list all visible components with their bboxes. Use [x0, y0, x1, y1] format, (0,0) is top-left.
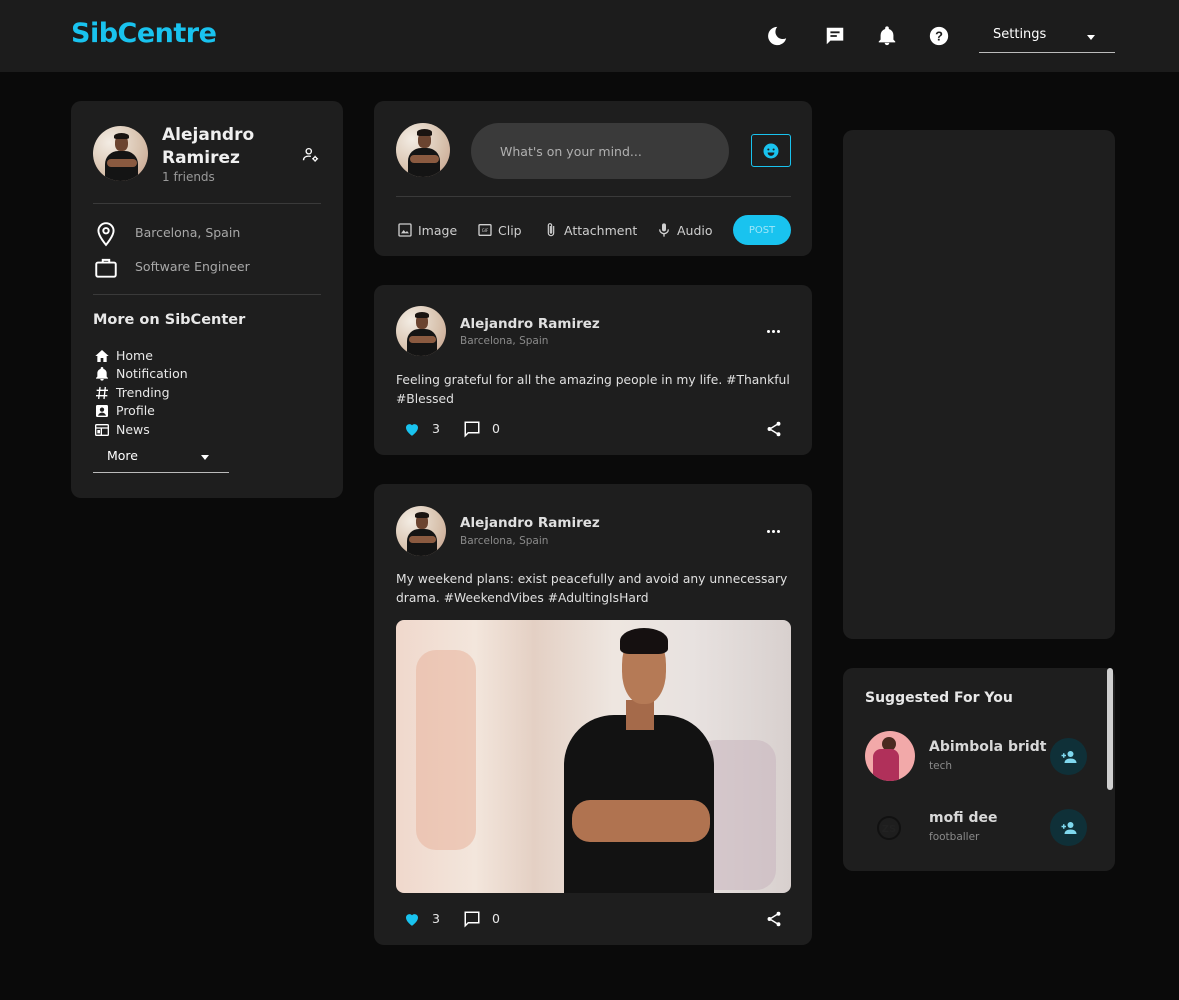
comment-icon: [464, 421, 480, 438]
settings-select[interactable]: Settings: [979, 22, 1115, 53]
nav-item-label: News: [116, 422, 150, 437]
post-input[interactable]: [471, 123, 729, 179]
home-icon: [94, 348, 110, 364]
gif-icon: GIF: [477, 222, 493, 238]
post-author[interactable]: Alejandro Ramirez: [460, 515, 600, 531]
scrollbar[interactable]: [1107, 668, 1113, 790]
like-count: 3: [432, 421, 440, 436]
suggested-user-subtitle: tech: [929, 760, 953, 772]
briefcase-icon: [93, 255, 119, 281]
divider: [93, 294, 321, 295]
post-location: Barcelona, Spain: [460, 535, 549, 547]
bell-icon: [94, 366, 110, 382]
post-text: My weekend plans: exist peacefully and a…: [396, 572, 788, 605]
audio-label: Audio: [677, 223, 713, 238]
svg-text:?: ?: [935, 29, 943, 44]
location-text: Barcelona, Spain: [135, 225, 241, 240]
chat-icon[interactable]: [823, 24, 847, 48]
heart-icon: [406, 914, 418, 926]
post-button[interactable]: POST: [733, 215, 791, 245]
svg-text:GIF: GIF: [482, 228, 489, 233]
comment-button[interactable]: 0: [463, 420, 508, 438]
image-label: Image: [418, 223, 458, 238]
comment-button[interactable]: 0: [463, 910, 508, 928]
help-icon[interactable]: ?: [927, 24, 951, 48]
author-avatar[interactable]: [396, 506, 446, 556]
comment-icon: [464, 911, 480, 928]
friends-count: 1 friends: [162, 170, 215, 184]
more-label: More: [107, 448, 138, 463]
ad-placeholder: [843, 130, 1115, 639]
like-button[interactable]: 3: [403, 420, 448, 438]
nav-item-label: Home: [116, 348, 153, 363]
settings-label: Settings: [993, 27, 1047, 42]
paperclip-icon: [543, 222, 559, 238]
attachment-label: Attachment: [564, 223, 638, 238]
comment-count: 0: [492, 421, 500, 436]
chevron-down-icon: [201, 455, 209, 460]
nav-item-label: Notification: [116, 366, 188, 381]
suggested-user-avatar[interactable]: [865, 731, 915, 781]
post-location: Barcelona, Spain: [460, 335, 549, 347]
add-person-icon: [1061, 750, 1076, 763]
suggested-user-name[interactable]: Abimbola bridt: [929, 739, 1046, 755]
author-avatar[interactable]: [396, 306, 446, 356]
more-options-icon[interactable]: [764, 526, 784, 536]
composer-avatar[interactable]: [396, 123, 450, 177]
divider: [93, 203, 321, 204]
image-icon: [397, 222, 413, 238]
location-pin-icon: [93, 221, 119, 247]
more-section-title: More on SibCenter: [93, 312, 246, 328]
post-image[interactable]: [396, 620, 791, 893]
nav-item-label: Trending: [116, 385, 170, 400]
profile-avatar[interactable]: [93, 126, 148, 181]
like-count: 3: [432, 911, 440, 926]
comment-count: 0: [492, 911, 500, 926]
emoji-icon: [763, 143, 779, 158]
suggested-user-subtitle: footballer: [929, 831, 980, 843]
post-text: Feeling grateful for all the amazing peo…: [396, 373, 790, 406]
more-select[interactable]: More: [93, 444, 229, 473]
bell-icon[interactable]: [875, 24, 899, 48]
news-icon: [94, 422, 110, 438]
profile-name[interactable]: Alejandro Ramirez: [162, 124, 282, 170]
emoji-button[interactable]: [751, 134, 791, 167]
nav-item-label: Profile: [116, 403, 155, 418]
add-friend-button[interactable]: [1050, 738, 1087, 775]
occupation-text: Software Engineer: [135, 259, 250, 274]
microphone-icon: [656, 222, 672, 238]
suggested-user-name[interactable]: mofi dee: [929, 810, 997, 826]
like-button[interactable]: 3: [403, 910, 448, 928]
more-options-icon[interactable]: [764, 326, 784, 336]
clip-label: Clip: [498, 223, 522, 238]
post-author[interactable]: Alejandro Ramirez: [460, 316, 600, 332]
suggested-title: Suggested For You: [865, 690, 1013, 706]
suggested-user-avatar[interactable]: ZS: [876, 815, 902, 841]
heart-icon: [406, 424, 418, 436]
share-icon[interactable]: [765, 420, 783, 438]
moon-icon[interactable]: [765, 24, 789, 48]
hashtag-icon: [94, 385, 110, 401]
top-bar: SibCentre ? Settings: [0, 0, 1179, 72]
manage-account-icon[interactable]: [302, 146, 320, 164]
add-friend-button[interactable]: [1050, 809, 1087, 846]
add-person-icon: [1061, 821, 1076, 834]
chevron-down-icon: [1087, 35, 1095, 40]
logo[interactable]: SibCentre: [71, 18, 217, 49]
profile-icon: [94, 403, 110, 419]
share-icon[interactable]: [765, 910, 783, 928]
svg-text:ZS: ZS: [882, 824, 896, 835]
divider: [396, 196, 791, 197]
